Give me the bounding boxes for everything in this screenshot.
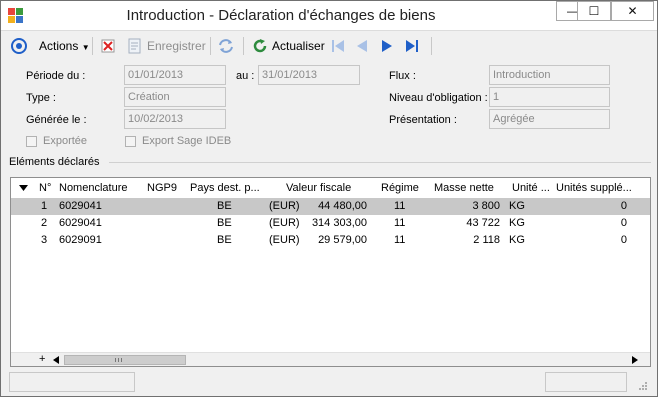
niveau-label: Niveau d'obligation : xyxy=(389,92,488,104)
cell-valeur: 44 480,00 xyxy=(318,200,367,212)
col-header-pays[interactable]: Pays dest. p... xyxy=(190,182,260,194)
table-row[interactable]: 3 6029091 BE (EUR) 29 579,00 11 2 118 KG… xyxy=(11,232,650,249)
generee-field[interactable]: 10/02/2013 xyxy=(124,109,226,129)
toolbar-separator xyxy=(210,37,211,55)
status-pane-left xyxy=(9,372,135,392)
presentation-field[interactable]: Agrégée xyxy=(489,109,610,129)
cell-devise: (EUR) xyxy=(269,200,300,212)
cell-valeur: 29 579,00 xyxy=(318,234,367,246)
cell-unite: KG xyxy=(509,200,525,212)
generee-label: Générée le : xyxy=(26,114,87,126)
cell-regime: 11 xyxy=(394,234,406,246)
resize-grip-icon[interactable] xyxy=(637,380,647,390)
cell-n: 1 xyxy=(41,200,48,212)
cell-nomenclature: 6029041 xyxy=(59,217,102,229)
cell-devise: (EUR) xyxy=(269,234,300,246)
cell-unites-supp: 0 xyxy=(620,217,627,229)
save-button[interactable]: Enregistrer xyxy=(147,37,206,55)
cell-pays: BE xyxy=(217,217,232,229)
niveau-field[interactable]: 1 xyxy=(489,87,610,107)
scroll-left-icon[interactable] xyxy=(53,356,59,364)
window-title: Introduction - Déclaration d'échanges de… xyxy=(126,7,436,24)
toolbar-separator xyxy=(431,37,432,55)
cell-masse: 3 800 xyxy=(472,200,500,212)
section-divider xyxy=(109,162,651,163)
cell-n: 3 xyxy=(41,234,48,246)
table-row[interactable]: 2 6029041 BE (EUR) 314 303,00 11 43 722 … xyxy=(11,215,650,232)
export-sage-checkbox[interactable] xyxy=(125,136,136,147)
sync-icon[interactable] xyxy=(217,37,235,55)
au-label: au : xyxy=(236,70,255,82)
elements-grid: N° Nomenclature NGP9 Pays dest. p... Val… xyxy=(10,177,651,367)
title-bar: Introduction - Déclaration d'échanges de… xyxy=(1,1,657,31)
previous-record-icon[interactable] xyxy=(353,37,371,55)
close-button[interactable]: ✕ xyxy=(611,1,654,21)
toolbar: Actions ▼ Enregistrer Actualiser xyxy=(1,32,657,60)
maximize-button[interactable]: ☐ xyxy=(577,1,611,21)
col-header-ngp9[interactable]: NGP9 xyxy=(147,182,177,194)
cell-valeur: 314 303,00 xyxy=(311,217,367,229)
scroll-right-icon[interactable] xyxy=(632,356,638,364)
toolbar-separator xyxy=(243,37,244,55)
delete-icon[interactable] xyxy=(99,37,117,55)
cell-nomenclature: 6029091 xyxy=(59,234,102,246)
refresh-icon xyxy=(253,39,267,53)
first-record-icon[interactable] xyxy=(329,37,347,55)
flux-field[interactable]: Introduction xyxy=(489,65,610,85)
col-header-regime[interactable]: Régime xyxy=(381,182,419,194)
elements-section-label: Eléments déclarés xyxy=(9,156,100,168)
refresh-button[interactable]: Actualiser xyxy=(272,37,325,55)
col-header-nomenclature[interactable]: Nomenclature xyxy=(59,182,127,194)
table-row[interactable]: 1 6029041 BE (EUR) 44 480,00 11 3 800 KG… xyxy=(11,198,650,215)
toolbar-separator xyxy=(92,37,93,55)
grid-header: N° Nomenclature NGP9 Pays dest. p... Val… xyxy=(11,178,650,198)
col-header-masse[interactable]: Masse nette xyxy=(434,182,494,194)
cell-unite: KG xyxy=(509,217,525,229)
cell-unite: KG xyxy=(509,234,525,246)
exportee-checkbox[interactable] xyxy=(26,136,37,147)
cell-pays: BE xyxy=(217,234,232,246)
last-record-icon[interactable] xyxy=(403,37,421,55)
column-chooser-icon[interactable] xyxy=(19,185,28,191)
cell-pays: BE xyxy=(217,200,232,212)
cell-devise: (EUR) xyxy=(269,217,300,229)
export-sage-label: Export Sage IDEB xyxy=(142,135,232,147)
target-icon[interactable] xyxy=(10,37,28,55)
status-pane-right xyxy=(545,372,627,392)
actions-menu[interactable]: Actions ▼ xyxy=(39,37,90,55)
cell-n: 2 xyxy=(41,217,48,229)
col-header-unites-supp[interactable]: Unités supplé... xyxy=(556,182,632,194)
cell-unites-supp: 0 xyxy=(620,200,627,212)
add-row-button[interactable]: + xyxy=(39,354,45,365)
save-icon xyxy=(128,38,141,54)
cell-nomenclature: 6029041 xyxy=(59,200,102,212)
presentation-label: Présentation : xyxy=(389,114,457,126)
horizontal-scrollbar[interactable]: + xyxy=(11,352,650,366)
status-bar xyxy=(1,372,657,396)
flux-label: Flux : xyxy=(389,70,416,82)
cell-unites-supp: 0 xyxy=(620,234,627,246)
exportee-label: Exportée xyxy=(43,135,88,147)
col-header-n[interactable]: N° xyxy=(39,182,51,194)
type-field[interactable]: Création xyxy=(124,87,226,107)
periode-to-field[interactable]: 31/01/2013 xyxy=(258,65,360,85)
cell-masse: 2 118 xyxy=(473,234,500,246)
periode-label: Période du : xyxy=(26,70,86,82)
scrollbar-thumb[interactable] xyxy=(64,355,186,365)
col-header-unite[interactable]: Unité ... xyxy=(512,182,550,194)
cell-masse: 43 722 xyxy=(466,217,500,229)
type-label: Type : xyxy=(26,92,56,104)
cell-regime: 11 xyxy=(394,217,406,229)
periode-from-field[interactable]: 01/01/2013 xyxy=(124,65,226,85)
chevron-down-icon: ▼ xyxy=(81,43,90,52)
cell-regime: 11 xyxy=(394,200,406,212)
main-window: Introduction - Déclaration d'échanges de… xyxy=(0,0,658,397)
col-header-valeur[interactable]: Valeur fiscale xyxy=(286,182,351,194)
actions-label: Actions xyxy=(39,39,79,53)
next-record-icon[interactable] xyxy=(378,37,396,55)
